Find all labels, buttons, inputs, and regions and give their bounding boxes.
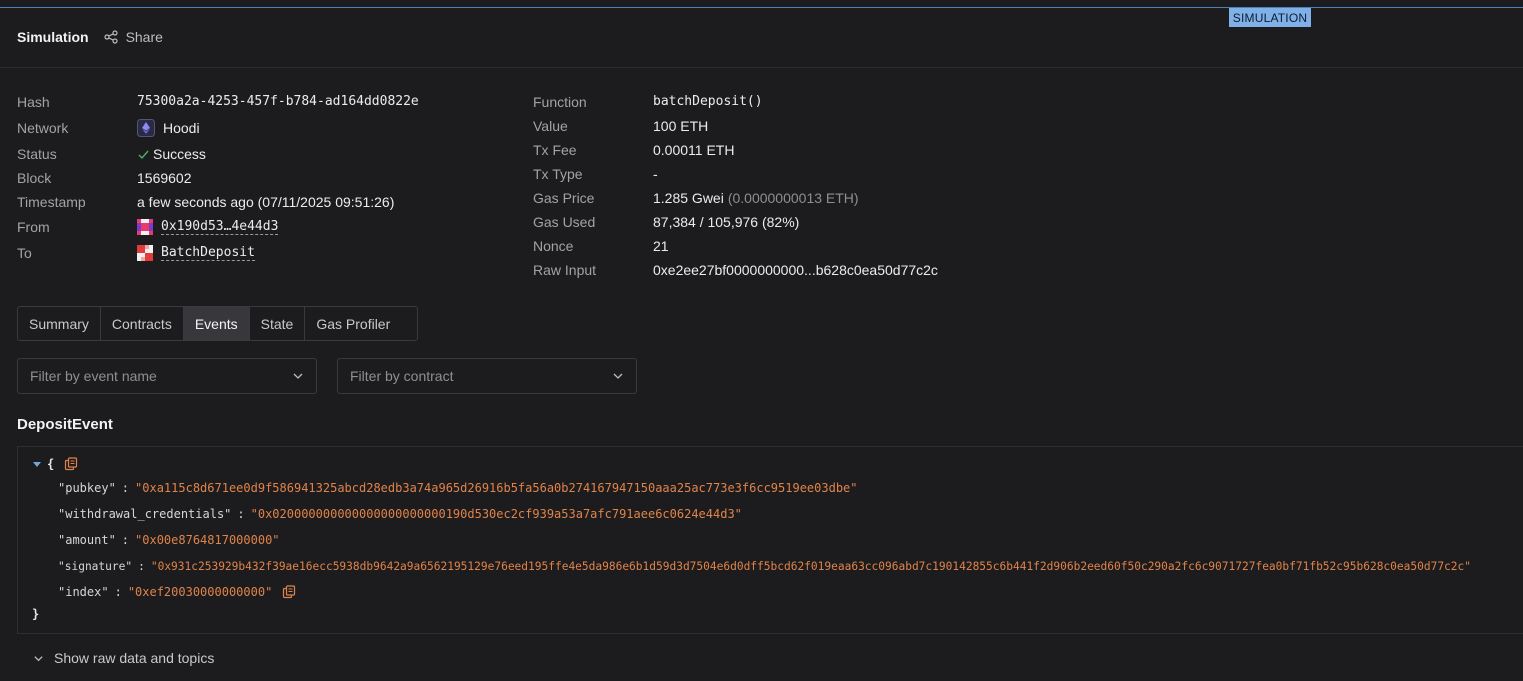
show-raw-data-label: Show raw data and topics <box>54 650 215 666</box>
value-gas-used: 87,384 / 105,976 (82%) <box>653 214 800 230</box>
label-gas-used: Gas Used <box>533 214 596 230</box>
json-close-line: } <box>32 604 39 624</box>
label-gas-price: Gas Price <box>533 190 595 206</box>
event-json-viewer: { "pubkey": "0xa115c8d671ee0d9f586941325a… <box>17 446 1523 634</box>
contract-filter-select[interactable]: Filter by contract <box>337 358 637 394</box>
chevron-down-icon <box>34 655 43 661</box>
json-root-line: { <box>32 454 78 474</box>
label-to: To <box>17 245 32 261</box>
json-field-signature: "signature": "0x931c253929b432f39ae16ecc5… <box>58 559 1471 573</box>
tab-contracts[interactable]: Contracts <box>101 307 184 340</box>
value-tx-type: - <box>653 166 658 182</box>
value-nonce: 21 <box>653 238 669 254</box>
row-from: From 0x190d53…4e44d3 <box>17 214 419 240</box>
share-button[interactable]: Share <box>103 29 163 45</box>
show-raw-data-toggle[interactable]: Show raw data and topics <box>33 650 214 666</box>
value-hash: 75300a2a-4253-457f-b784-ad164dd0822e <box>137 94 419 109</box>
event-name-filter-placeholder: Filter by event name <box>30 368 157 384</box>
json-key: "amount" <box>58 533 116 547</box>
json-close-brace: } <box>32 607 40 621</box>
tab-events[interactable]: Events <box>183 307 250 340</box>
share-label: Share <box>125 29 163 45</box>
to-avatar-icon <box>137 245 153 261</box>
row-value: Value 100 ETH <box>533 114 938 138</box>
ethereum-icon <box>137 119 155 137</box>
to-contract-link[interactable]: BatchDeposit <box>161 245 255 261</box>
json-field-amount: "amount": "0x00e8764817000000" <box>58 533 280 547</box>
row-to: To BatchDeposit <box>17 240 419 266</box>
value-timestamp: a few seconds ago (07/11/2025 09:51:26) <box>137 194 395 210</box>
value-raw-input: 0xe2ee27bf0000000000...b628c0ea50d77c2c <box>653 262 938 278</box>
caret-down-icon[interactable] <box>32 459 42 469</box>
value-tx-fee: 0.00011 ETH <box>653 142 735 158</box>
label-from: From <box>17 219 50 235</box>
json-field-index: "index": "0xef20030000000000" <box>58 582 296 602</box>
check-icon <box>138 150 149 159</box>
value-gas-price-eth: (0.0000000013 ETH) <box>727 190 859 206</box>
json-value: "0xef20030000000000" <box>127 585 273 599</box>
json-key: "signature" <box>58 559 133 573</box>
json-key: "index" <box>58 585 109 599</box>
json-field-pubkey: "pubkey": "0xa115c8d671ee0d9f586941325abc… <box>58 481 858 495</box>
row-raw-input: Raw Input 0xe2ee27bf0000000000...b628c0e… <box>533 258 938 282</box>
json-open-brace: { <box>47 457 55 471</box>
json-key: "withdrawal_credentials" <box>58 507 232 521</box>
label-tx-type: Tx Type <box>533 166 583 182</box>
row-status: Status Success <box>17 142 419 166</box>
label-function: Function <box>533 94 587 110</box>
label-raw-input: Raw Input <box>533 262 597 278</box>
label-nonce: Nonce <box>533 238 574 254</box>
chevron-down-icon <box>613 373 623 379</box>
row-hash: Hash 75300a2a-4253-457f-b784-ad164dd0822… <box>17 90 419 114</box>
json-key: "pubkey" <box>58 481 116 495</box>
label-status: Status <box>17 146 57 162</box>
from-address-link[interactable]: 0x190d53…4e44d3 <box>161 219 279 235</box>
tx-details-right: Function batchDeposit() Value 100 ETH Tx… <box>533 90 938 282</box>
row-timestamp: Timestamp a few seconds ago (07/11/2025 … <box>17 190 419 214</box>
tab-summary[interactable]: Summary <box>18 307 101 340</box>
contract-filter-placeholder: Filter by contract <box>350 368 454 384</box>
row-block: Block 1569602 <box>17 166 419 190</box>
from-avatar-icon <box>137 219 153 235</box>
value-gas-price: 1.285 Gwei <box>653 190 724 206</box>
value-block: 1569602 <box>137 170 192 186</box>
copy-icon[interactable] <box>282 585 296 599</box>
share-icon <box>103 30 118 44</box>
tab-bar: Summary Contracts Events State Gas Profi… <box>17 306 418 341</box>
json-value: "0x00e8764817000000" <box>135 533 280 547</box>
label-block: Block <box>17 170 52 186</box>
event-name-heading: DepositEvent <box>17 416 113 433</box>
event-name-filter-select[interactable]: Filter by event name <box>17 358 317 394</box>
copy-icon[interactable] <box>64 457 78 471</box>
page-header: Simulation Share <box>17 27 163 47</box>
label-tx-fee: Tx Fee <box>533 142 577 158</box>
json-value: "0x931c253929b432f39ae16ecc5938db9642a9a… <box>150 559 1471 573</box>
row-tx-type: Tx Type - <box>533 162 938 186</box>
chevron-down-icon <box>293 373 303 379</box>
tab-state[interactable]: State <box>250 307 306 340</box>
header-divider <box>0 67 1523 68</box>
label-timestamp: Timestamp <box>17 194 86 210</box>
value-function: batchDeposit() <box>653 94 763 109</box>
row-nonce: Nonce 21 <box>533 234 938 258</box>
label-hash: Hash <box>17 94 50 110</box>
value-network: Hoodi <box>163 120 200 136</box>
value-status: Success <box>153 146 206 162</box>
page-title: Simulation <box>17 29 89 45</box>
tab-gas-profiler[interactable]: Gas Profiler <box>305 307 401 340</box>
json-value: "0x020000000000000000000000190d530ec2cf9… <box>250 507 742 521</box>
row-tx-fee: Tx Fee 0.00011 ETH <box>533 138 938 162</box>
label-network: Network <box>17 120 69 136</box>
row-network: Network Hoodi <box>17 114 419 142</box>
label-value: Value <box>533 118 568 134</box>
value-value: 100 ETH <box>653 118 709 134</box>
json-value: "0xa115c8d671ee0d9f586941325abcd28edb3a7… <box>135 481 858 495</box>
json-field-withdrawal-credentials: "withdrawal_credentials": "0x020000000000… <box>58 507 742 521</box>
tx-details-left: Hash 75300a2a-4253-457f-b784-ad164dd0822… <box>17 90 419 266</box>
row-function: Function batchDeposit() <box>533 90 938 114</box>
row-gas-used: Gas Used 87,384 / 105,976 (82%) <box>533 210 938 234</box>
row-gas-price: Gas Price 1.285 Gwei (0.0000000013 ETH) <box>533 186 938 210</box>
simulation-badge: SIMULATION <box>1229 8 1311 27</box>
